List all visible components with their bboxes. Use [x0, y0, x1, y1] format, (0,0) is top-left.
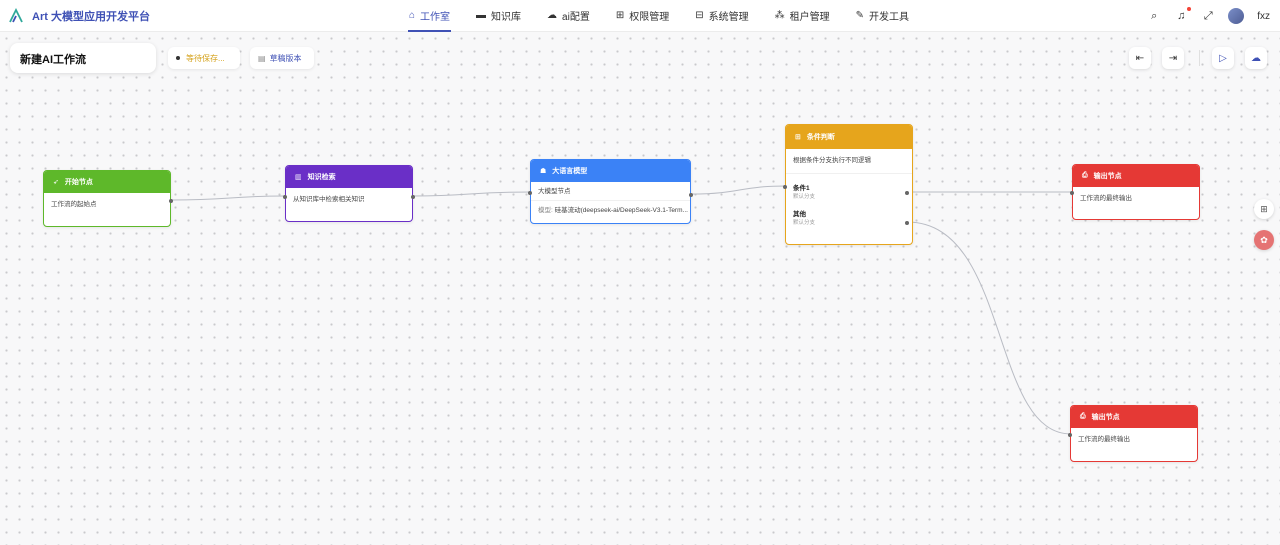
node-title: 大语言模型 — [552, 168, 588, 175]
nav-item-6[interactable]: ✎ 开发工具 — [843, 0, 922, 32]
main-nav: ⌂ 工作室 ▬ 知识库 ☁ ai配置 ⊞ 权限管理 ⊟ 系统管理 ⁂ 租户管理 ✎ 开发工具 — [396, 0, 922, 32]
nav-item-3[interactable]: ⊞ 权限管理 — [603, 0, 682, 32]
search-icon[interactable]: ⌕ — [1147, 10, 1161, 23]
node-header: ⎙ 输出节点 — [1073, 165, 1199, 187]
output-handle[interactable] — [169, 199, 173, 203]
branch-else: 其他 默认分支 — [786, 200, 912, 226]
input-handle[interactable] — [1070, 191, 1074, 195]
branch-1-sub: 默认分支 — [793, 194, 816, 201]
model-label: 模型: — [538, 207, 553, 215]
user-name[interactable]: fxz — [1257, 11, 1270, 22]
start-node[interactable]: ➶ 开始节点 工作流的起始点 — [43, 170, 173, 227]
node-header: ☗ 大语言模型 — [531, 160, 690, 182]
folder-icon: ▬ — [476, 10, 487, 21]
logo-icon — [9, 7, 23, 22]
output-node[interactable]: ⎙ 输出节点 工作流的最终输出 — [1070, 164, 1200, 220]
node-description: 大模型节点 — [538, 188, 571, 195]
cloud-icon: ☁ — [547, 10, 558, 21]
nav-item-5[interactable]: ⁂ 租户管理 — [762, 0, 843, 32]
node-description: 工作流的起始点 — [51, 201, 97, 208]
rocket-icon: ➶ — [53, 179, 59, 186]
node-title: 输出节点 — [1091, 414, 1120, 421]
brand[interactable]: Art 大模型应用开发平台 — [8, 7, 338, 24]
header-actions: ⌕ ♫ ⤢ fxz — [1147, 0, 1270, 32]
workflow-edges — [170, 185, 1073, 435]
output-handle[interactable] — [411, 195, 415, 199]
edge-start-knowledge — [170, 195, 287, 201]
nav-item-label: 系统管理 — [708, 12, 749, 23]
input-handle[interactable] — [783, 185, 787, 189]
branch-else-sub: 默认分支 — [793, 220, 816, 227]
node-title: 条件判断 — [806, 134, 835, 141]
knowledge-node[interactable]: ▥ 知识检索 从知识库中检索相关知识 — [283, 165, 415, 222]
grid-icon: ⊞ — [615, 10, 625, 21]
model-row: 模型: 硅基流动(deepseek-ai/DeepSeek-V3.1-Term.… — [531, 200, 690, 220]
node-header: ⎙ 输出节点 — [1071, 406, 1197, 428]
condition-node[interactable]: ⊞ 条件判断 根据条件分支执行不同逻辑 条件1 默认分支 其他 默认分支 — [783, 124, 913, 245]
users-icon: ⁂ — [774, 10, 785, 21]
nav-item-label: 知识库 — [491, 12, 522, 23]
node-description: 根据条件分支执行不同逻辑 — [786, 149, 912, 175]
node-description: 从知识库中检索相关知识 — [293, 196, 365, 203]
branch-1: 条件1 默认分支 — [786, 174, 912, 200]
book-icon: ▥ — [295, 174, 302, 181]
bell-icon[interactable]: ♫ — [1174, 7, 1192, 22]
edge-condition-output2 — [906, 221, 1072, 435]
node-header: ▥ 知识检索 — [286, 166, 412, 188]
nav-item-4[interactable]: ⊟ 系统管理 — [682, 0, 761, 32]
node-header: ⊞ 条件判断 — [786, 125, 912, 149]
nav-item-label: ai配置 — [562, 12, 590, 23]
branch-else-label: 其他 — [793, 211, 806, 219]
fullscreen-icon[interactable]: ⤢ — [1201, 10, 1215, 23]
wrench-icon: ✎ — [855, 10, 865, 21]
avatar[interactable] — [1228, 8, 1245, 24]
nav-item-label: 开发工具 — [869, 12, 910, 23]
input-handle[interactable] — [1068, 433, 1072, 437]
node-title: 输出节点 — [1093, 173, 1122, 180]
branch-1-handle[interactable] — [905, 191, 909, 195]
inbox-icon: ⎙ — [1082, 172, 1088, 179]
nav-item-label: 工作室 — [420, 12, 451, 23]
llm-node[interactable]: ☗ 大语言模型 大模型节点 模型: 硅基流动(deepseek-ai/DeepS… — [528, 159, 693, 224]
input-handle[interactable] — [528, 191, 532, 195]
edge-knowledge-llm — [412, 191, 532, 197]
node-description: 工作流的最终输出 — [1078, 436, 1130, 443]
nav-item-label: 权限管理 — [629, 12, 670, 23]
output-node[interactable]: ⎙ 输出节点 工作流的最终输出 — [1068, 405, 1198, 462]
model-value: 硅基流动(deepseek-ai/DeepSeek-V3.1-Term... — [554, 207, 688, 215]
branch-icon: ⊞ — [795, 134, 801, 141]
window-icon: ⊟ — [695, 10, 704, 21]
branch-1-label: 条件1 — [793, 185, 810, 193]
notification-dot — [1187, 7, 1192, 11]
top-navbar: Art 大模型应用开发平台 ⌂ 工作室 ▬ 知识库 ☁ ai配置 ⊞ 权限管理 ⊟ 系统管理 ⁂ 租户… — [0, 0, 1280, 32]
nav-item-1[interactable]: ▬ 知识库 — [463, 0, 534, 32]
inbox-icon: ⎙ — [1080, 413, 1086, 420]
bank-icon: ⌂ — [409, 10, 416, 21]
branch-else-handle[interactable] — [905, 221, 909, 225]
node-title: 知识检索 — [307, 174, 336, 181]
edge-llm-condition — [690, 185, 787, 195]
input-handle[interactable] — [283, 195, 287, 199]
app-title: Art 大模型应用开发平台 — [32, 10, 150, 23]
robot-icon: ☗ — [540, 168, 547, 175]
nav-item-label: 租户管理 — [789, 12, 830, 23]
node-header: ➶ 开始节点 — [44, 171, 170, 193]
nav-item-0[interactable]: ⌂ 工作室 — [396, 0, 463, 32]
nav-item-2[interactable]: ☁ ai配置 — [534, 0, 603, 32]
output-handle[interactable] — [689, 193, 693, 197]
node-title: 开始节点 — [64, 179, 93, 186]
node-description: 工作流的最终输出 — [1080, 195, 1132, 202]
